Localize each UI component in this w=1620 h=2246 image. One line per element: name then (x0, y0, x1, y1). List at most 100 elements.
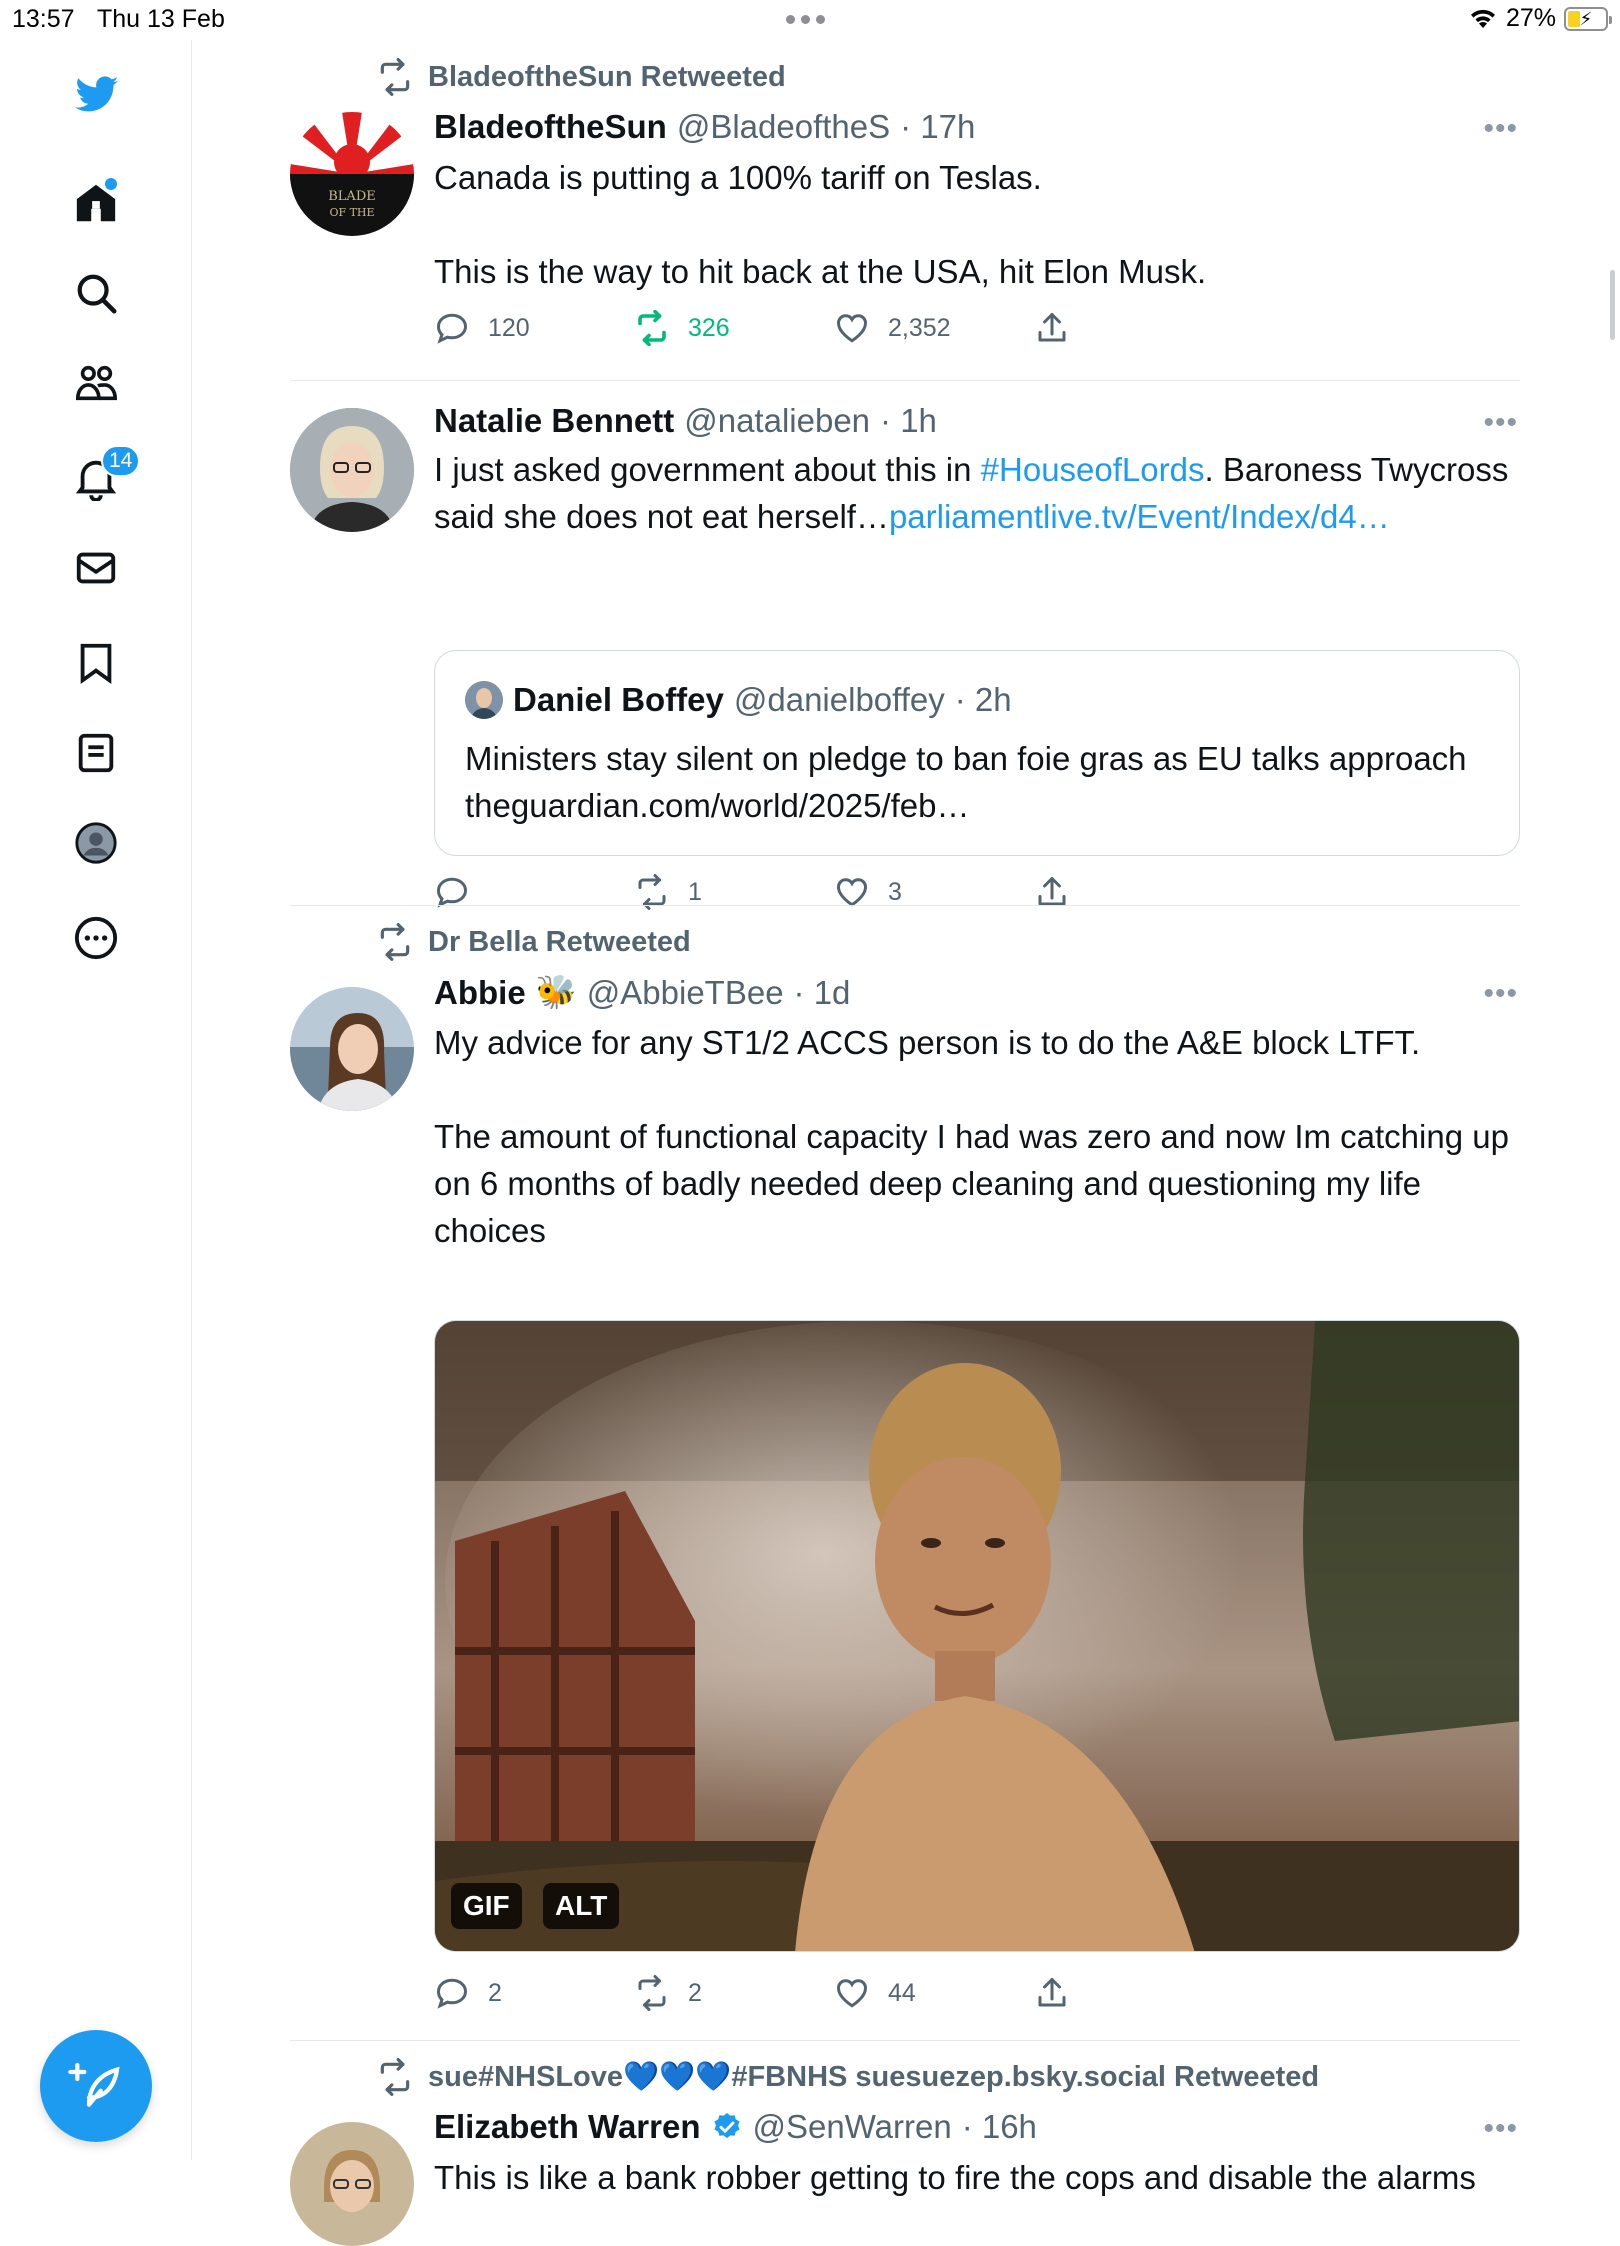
profile-icon (75, 822, 117, 864)
nav-profile[interactable] (63, 810, 129, 876)
heart-icon (837, 314, 867, 343)
retweet-icon (380, 923, 410, 961)
twitter-bird-icon (74, 76, 119, 112)
compose-tweet-button[interactable] (40, 2030, 152, 2142)
nav-notifications[interactable]: 14 (63, 445, 141, 511)
author-handle[interactable]: @BladeoftheS (677, 108, 890, 146)
hashtag-link[interactable]: #HouseofLords (981, 451, 1205, 488)
more-options-icon[interactable]: ••• (1483, 2112, 1518, 2146)
sidebar: 14 (0, 40, 192, 2160)
tweet-header: Natalie Bennett @natalieben · 1h (434, 402, 937, 440)
gif-badge: GIF (451, 1883, 522, 1929)
author-name[interactable]: Natalie Bennett (434, 402, 674, 440)
quoted-avatar (465, 681, 503, 719)
retweet-button[interactable]: 326 (634, 310, 730, 346)
quoted-author-name: Daniel Boffey (513, 681, 724, 718)
status-date: Thu 13 Feb (97, 5, 225, 33)
tweet-divider (290, 380, 1520, 381)
communities-icon (75, 365, 117, 401)
status-time: 13:57 (12, 5, 75, 33)
tweet-time[interactable]: · 16h (962, 2108, 1037, 2146)
alt-text-button[interactable]: ALT (543, 1883, 620, 1929)
like-button[interactable]: 44 (834, 1975, 916, 2011)
timeline-feed: BladeoftheSun Retweeted BLADE OF THE Bla… (290, 40, 1520, 2246)
tweet-header: BladeoftheSun @BladeoftheS · 17h (434, 108, 975, 146)
twitter-logo[interactable] (63, 60, 129, 126)
nav-bookmarks[interactable] (63, 630, 129, 696)
retweet-icon (638, 1975, 666, 2011)
like-button[interactable]: 2,352 (834, 310, 951, 346)
battery-icon: ⚡ (1564, 6, 1612, 31)
like-count: 44 (888, 1978, 916, 2007)
retweet-context: sue#NHSLove💙💙💙#FBNHS suesuezep.bsky.soci… (376, 2058, 1319, 2096)
tweet-actions: 2 2 44 (434, 1975, 1134, 2019)
multitasking-dots[interactable] (786, 7, 825, 24)
feather-plus-icon (68, 2062, 120, 2107)
share-button[interactable] (1034, 310, 1070, 346)
author-handle[interactable]: @natalieben (684, 402, 870, 440)
reply-count: 120 (488, 313, 530, 342)
author-handle[interactable]: @SenWarren (753, 2108, 952, 2146)
tweet-time[interactable]: · 1d (794, 974, 851, 1012)
author-name[interactable]: Abbie (434, 974, 526, 1012)
tweet-divider (290, 2040, 1520, 2041)
more-options-icon[interactable]: ••• (1483, 112, 1518, 146)
author-name[interactable]: BladeoftheSun (434, 108, 667, 146)
retweet-context: Dr Bella Retweeted (376, 923, 691, 961)
reply-count: 2 (488, 1978, 502, 2007)
retweeted-by-label[interactable]: Dr Bella Retweeted (428, 926, 691, 959)
avatar[interactable] (290, 2122, 414, 2246)
retweet-button[interactable]: 2 (634, 1975, 702, 2011)
retweet-count: 326 (688, 313, 730, 342)
mail-icon (76, 552, 116, 584)
author-handle[interactable]: @AbbieTBee (587, 974, 784, 1012)
reply-button[interactable]: 120 (434, 310, 530, 346)
tweet-media-gif[interactable]: GIF ALT (434, 1320, 1520, 1952)
quoted-tweet-text: Ministers stay silent on pledge to ban f… (465, 740, 1467, 824)
more-circle-icon (74, 916, 118, 960)
url-link[interactable]: parliamentlive.tv/Event/Index/d4… (889, 498, 1390, 535)
nav-communities[interactable] (63, 350, 129, 416)
retweet-icon (380, 58, 410, 96)
nav-search[interactable] (63, 260, 129, 326)
tweet-text-line: Canada is putting a 100% tariff on Tesla… (434, 159, 1042, 196)
quoted-tweet[interactable]: Daniel Boffey @danielboffey · 2h Ministe… (434, 650, 1520, 856)
retweeted-by-label[interactable]: sue#NHSLove💙💙💙#FBNHS suesuezep.bsky.soci… (428, 2060, 1319, 2094)
wifi-icon (1470, 9, 1495, 28)
tweet-time[interactable]: · 17h (900, 108, 975, 146)
tweet-text: I just asked government about this in #H… (434, 446, 1520, 540)
avatar[interactable]: BLADE OF THE (290, 112, 414, 236)
tweet-time[interactable]: · 1h (880, 402, 937, 440)
nav-lists[interactable] (63, 720, 129, 786)
lists-icon (78, 733, 114, 773)
tweet-divider (290, 905, 1520, 906)
reply-icon (437, 1978, 468, 2009)
like-count: 3 (888, 877, 902, 906)
bookmark-icon (80, 643, 112, 684)
nav-messages[interactable] (63, 535, 129, 601)
avatar[interactable] (290, 987, 414, 1111)
quoted-author-handle: @danielboffey (733, 681, 945, 718)
status-bar: 13:57 Thu 13 Feb 27% ⚡ (0, 0, 1620, 40)
nav-home[interactable] (63, 170, 129, 236)
search-icon (77, 274, 117, 314)
svg-text:BLADE: BLADE (328, 189, 376, 204)
more-options-icon[interactable]: ••• (1483, 977, 1518, 1011)
share-icon (1038, 313, 1066, 342)
retweet-icon (638, 310, 666, 346)
avatar[interactable] (290, 408, 414, 532)
scroll-indicator[interactable] (1610, 270, 1615, 340)
retweet-count: 2 (688, 1978, 702, 2007)
nav-more[interactable] (63, 905, 129, 971)
reply-button[interactable]: 2 (434, 1975, 502, 2011)
tweet-text: Canada is putting a 100% tariff on Tesla… (434, 154, 1520, 295)
svg-text:OF THE: OF THE (329, 206, 374, 219)
retweeted-by-label[interactable]: BladeoftheSun Retweeted (428, 61, 786, 94)
retweet-count: 1 (688, 877, 702, 906)
share-icon (1038, 1978, 1066, 2007)
more-options-icon[interactable]: ••• (1483, 406, 1518, 440)
tweet-actions: 120 326 2,352 (434, 310, 1134, 354)
share-button[interactable] (1034, 1975, 1070, 2011)
author-name[interactable]: Elizabeth Warren (434, 2108, 701, 2146)
tweet-actions: 1 3 (434, 874, 1134, 918)
